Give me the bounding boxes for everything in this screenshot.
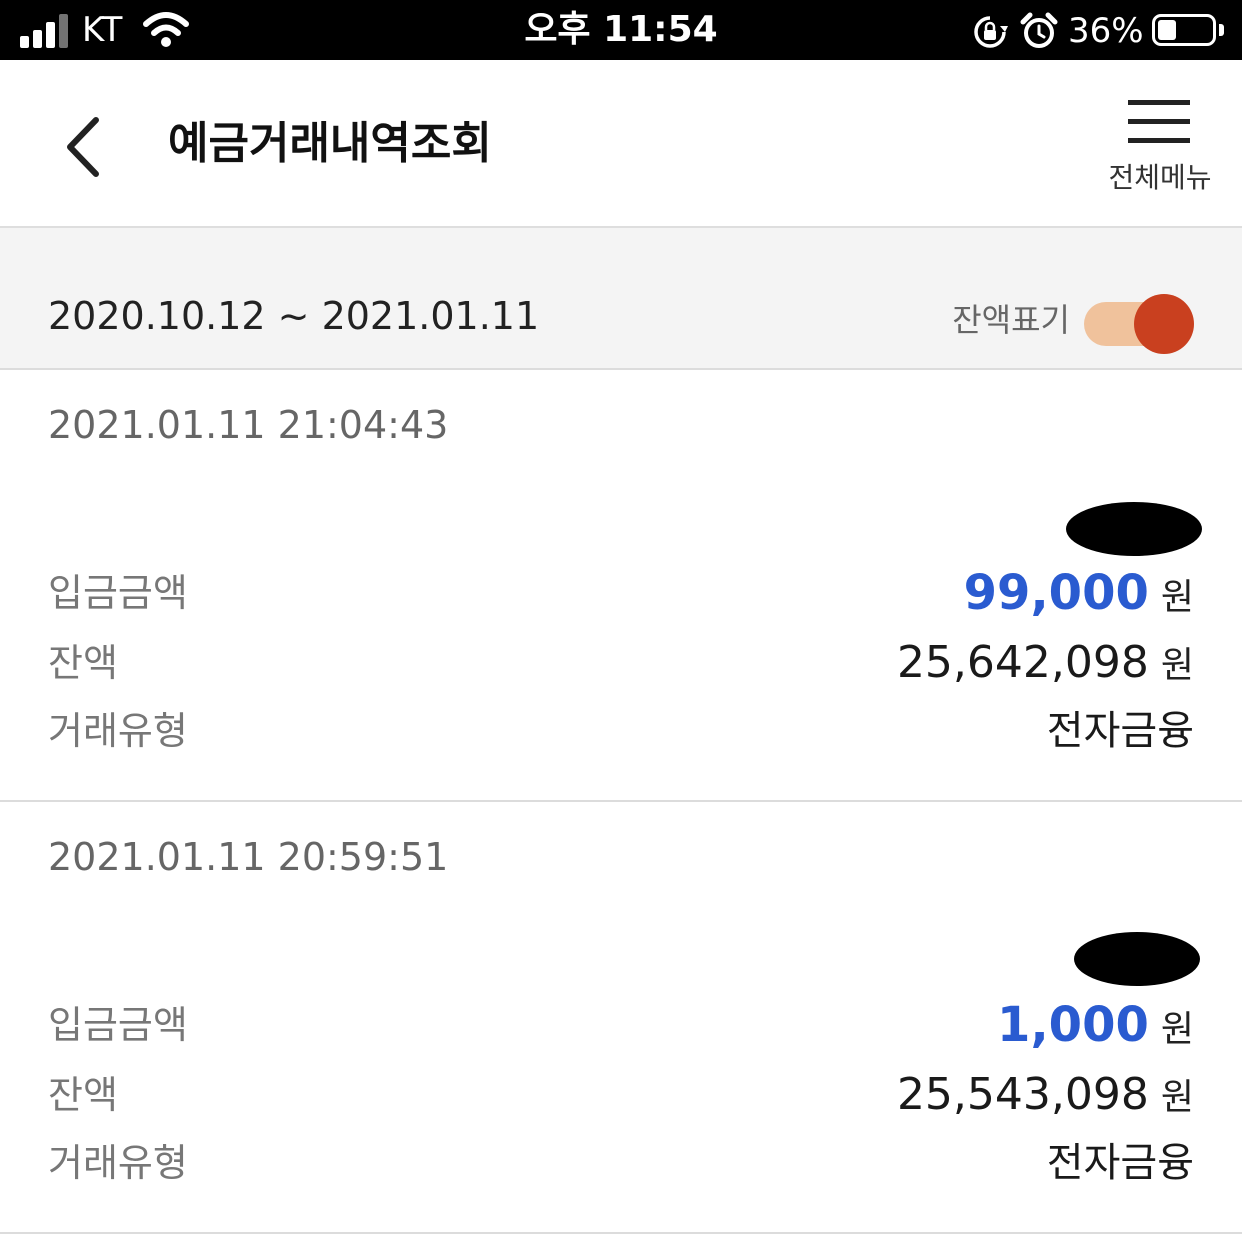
transaction-datetime: 2021.01.11 20:59:51 [48, 835, 449, 879]
balance-value: 25,543,098 [896, 1069, 1149, 1120]
deposit-amount-label: 입금금액 [48, 571, 188, 615]
status-bar: KT 오후 11:54 36% [0, 0, 1242, 60]
date-range[interactable]: 2020.10.12 ~ 2021.01.11 [48, 290, 539, 342]
full-menu-button[interactable]: 전체메뉴 [1100, 96, 1220, 206]
deposit-amount-label: 입금금액 [48, 1003, 188, 1047]
transaction-datetime: 2021.01.11 21:04:43 [48, 403, 449, 447]
balance-label: 잔액 [48, 641, 118, 685]
balance-label: 잔액 [48, 1073, 118, 1117]
transaction-type-label: 거래유형 [48, 1141, 188, 1185]
rotation-lock-icon [974, 16, 1008, 48]
deposit-amount: 99,000 원 [964, 566, 1194, 625]
balance: 25,543,098 원 [897, 1068, 1194, 1125]
battery-tip [1219, 24, 1224, 36]
currency-unit: 원 [1160, 1077, 1194, 1118]
currency-unit: 원 [1160, 645, 1194, 686]
transaction-item[interactable]: 2021.01.11 21:04:43 입금금액 99,000 원 잔액 25,6… [0, 370, 1242, 802]
transaction-type: 전자금융 [1046, 708, 1194, 754]
currency-unit: 원 [1160, 577, 1194, 618]
app-header: 예금거래내역조회 전체메뉴 [0, 60, 1242, 228]
back-button[interactable] [50, 112, 120, 182]
balance-value: 25,642,098 [896, 637, 1149, 688]
deposit-amount: 1,000 원 [997, 998, 1194, 1057]
page-title: 예금거래내역조회 [168, 118, 492, 169]
deposit-amount-value: 1,000 [997, 997, 1149, 1053]
transaction-type: 전자금융 [1046, 1140, 1194, 1186]
balance: 25,642,098 원 [897, 636, 1194, 693]
full-menu-label: 전체메뉴 [1108, 161, 1212, 194]
toggle-knob [1134, 294, 1194, 354]
alarm-icon [1020, 12, 1058, 48]
balance-display-toggle[interactable] [1084, 294, 1194, 354]
currency-unit: 원 [1160, 1009, 1194, 1050]
redacted-counterparty [1066, 502, 1202, 556]
battery-icon [1152, 14, 1216, 46]
hamburger-menu-icon [1128, 100, 1190, 144]
redacted-counterparty [1074, 932, 1200, 986]
battery-percentage: 36% [1068, 11, 1144, 51]
transaction-item[interactable]: 2021.01.11 20:59:51 입금금액 1,000 원 잔액 25,54… [0, 802, 1242, 1234]
date-filter-bar: 2020.10.12 ~ 2021.01.11 잔액표기 [0, 228, 1242, 370]
deposit-amount-value: 99,000 [963, 565, 1149, 621]
transaction-type-label: 거래유형 [48, 709, 188, 753]
balance-toggle-label: 잔액표기 [952, 301, 1070, 339]
